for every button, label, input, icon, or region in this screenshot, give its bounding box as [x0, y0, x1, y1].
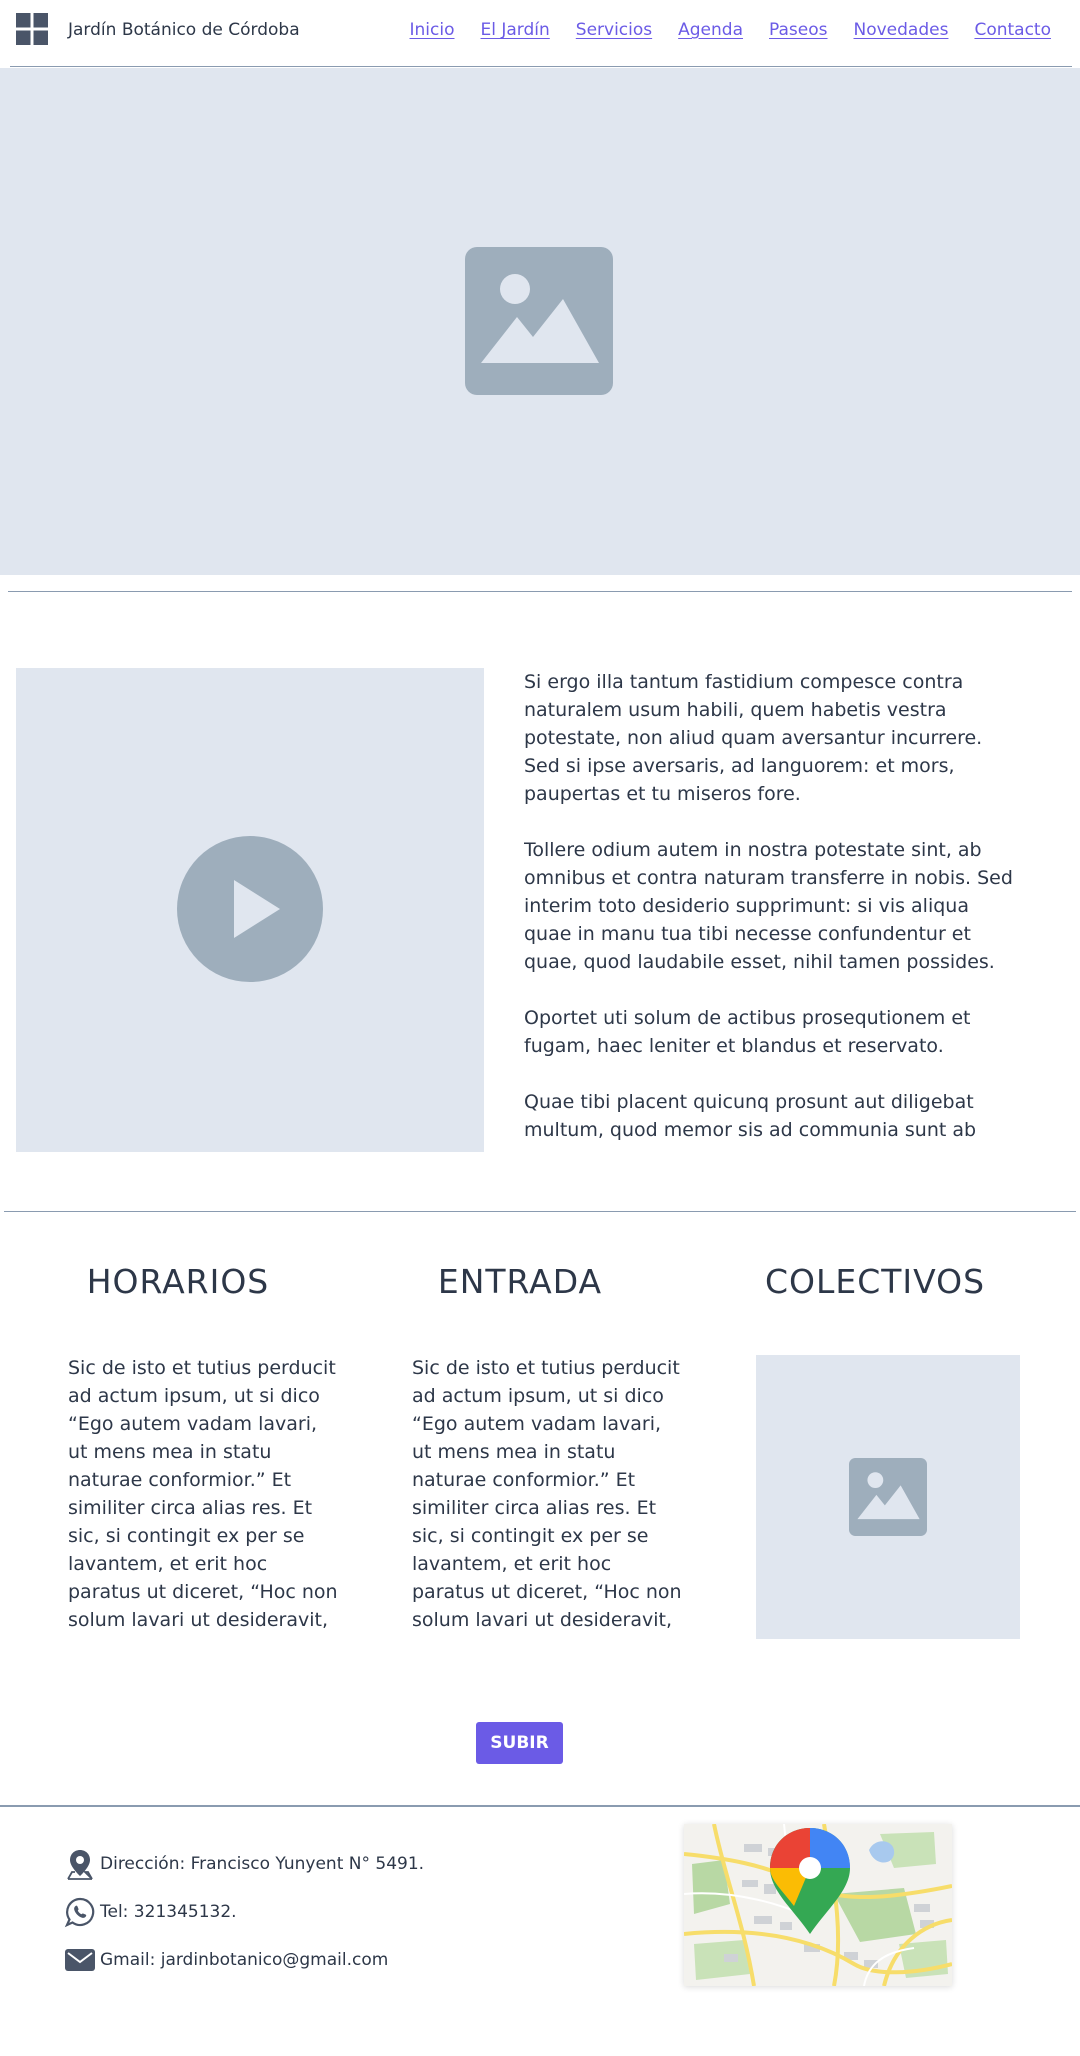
section-divider	[4, 1211, 1076, 1212]
play-icon[interactable]	[177, 836, 323, 982]
address-row: Dirección: Francisco Yunyent N° 5491.	[64, 1848, 424, 1880]
horarios-heading: HORARIOS	[86, 1262, 270, 1301]
nav-link-agenda[interactable]: Agenda	[678, 20, 743, 40]
intro-paragraph: Si ergo illa tantum fastidium compesce c…	[524, 671, 983, 805]
nav-link-inicio[interactable]: Inicio	[410, 20, 455, 40]
colectivos-heading: COLECTIVOS	[764, 1262, 986, 1301]
site-title: Jardín Botánico de Córdoba	[68, 20, 300, 40]
email-row: Gmail: jardinbotanico@gmail.com	[64, 1944, 388, 1976]
email-text: Gmail: jardinbotanico@gmail.com	[100, 1950, 389, 1970]
grid-logo-icon[interactable]	[16, 13, 48, 45]
intro-text: Si ergo illa tantum fastidium compesce c…	[524, 668, 1020, 1144]
address-text: Dirección: Francisco Yunyent N° 5491.	[100, 1854, 425, 1874]
phone-row: Tel: 321345132.	[64, 1896, 237, 1928]
hero-image-placeholder	[0, 68, 1080, 575]
map-link[interactable]	[684, 1824, 952, 1986]
entrada-heading: ENTRADA	[437, 1262, 603, 1301]
horarios-text: Sic de isto et tutius perducit ad actum …	[68, 1357, 338, 1631]
intro-paragraph: Quae tibi placent quicunq prosunt aut di…	[524, 1091, 977, 1141]
section-divider	[8, 591, 1072, 592]
entrada-text: Sic de isto et tutius perducit ad actum …	[412, 1357, 682, 1631]
whatsapp-icon[interactable]	[64, 1896, 96, 1928]
phone-text: Tel: 321345132.	[100, 1902, 237, 1922]
footer-divider	[0, 1805, 1080, 1807]
nav-link-novedades[interactable]: Novedades	[854, 20, 949, 40]
header-divider	[10, 66, 1072, 67]
site-header: Jardín Botánico de Córdoba Inicio El Jar…	[0, 0, 1080, 66]
intro-paragraph: Tollere odium autem in nostra potestate …	[524, 839, 1013, 973]
image-placeholder-icon	[849, 1458, 927, 1536]
nav-link-contacto[interactable]: Contacto	[974, 20, 1051, 40]
main-nav: Inicio El Jardín Servicios Agenda Paseos…	[410, 20, 1051, 40]
mail-icon[interactable]	[64, 1944, 96, 1976]
intro-paragraph: Oportet uti solum de actibus proseqution…	[524, 1007, 971, 1057]
image-placeholder-icon	[465, 247, 613, 395]
google-maps-icon[interactable]	[684, 1824, 952, 1986]
video-placeholder[interactable]	[16, 668, 484, 1152]
nav-link-el-jardin[interactable]: El Jardín	[481, 20, 550, 40]
nav-link-servicios[interactable]: Servicios	[576, 20, 652, 40]
nav-link-paseos[interactable]: Paseos	[769, 20, 827, 40]
location-pin-icon	[67, 1850, 93, 1880]
colectivos-image-placeholder	[756, 1355, 1020, 1639]
scroll-top-button[interactable]: SUBIR	[476, 1722, 563, 1764]
